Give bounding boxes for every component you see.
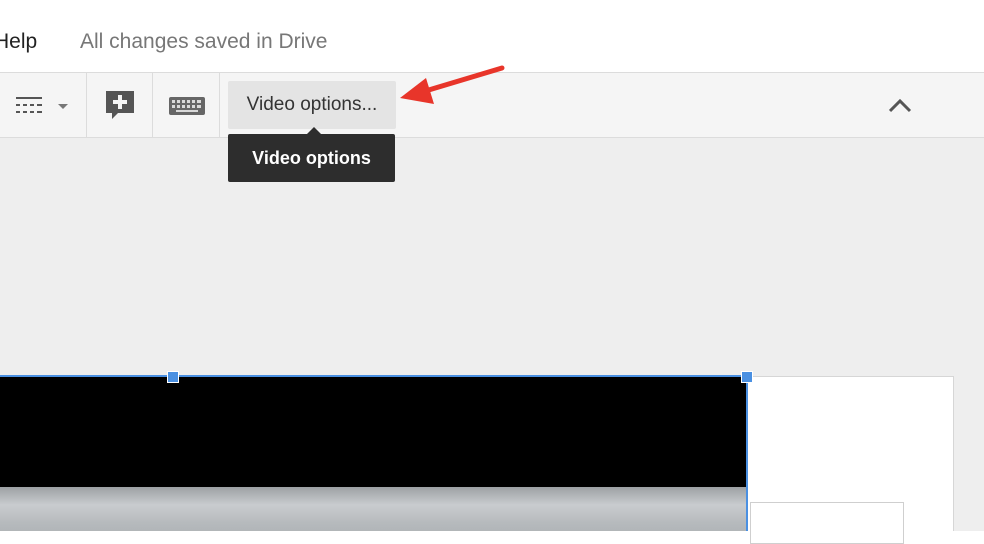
tooltip: Video options — [228, 134, 395, 182]
resize-handle-top[interactable] — [167, 371, 179, 383]
add-comment-button[interactable] — [104, 89, 136, 123]
video-embed[interactable] — [0, 377, 748, 531]
chevron-up-icon — [888, 98, 912, 113]
resize-handle-top-right[interactable] — [741, 371, 753, 383]
toolbar-divider — [152, 73, 153, 137]
keyboard-button[interactable] — [168, 95, 206, 117]
toolbar: Video options... — [0, 72, 984, 138]
video-thumbnail — [0, 487, 748, 531]
dropdown-arrow-icon — [58, 104, 68, 109]
menu-help[interactable]: Help — [0, 30, 37, 54]
slide-textbox[interactable] — [750, 502, 904, 544]
add-comment-icon — [106, 91, 134, 119]
collapse-toolbar-button[interactable] — [884, 91, 916, 119]
keyboard-icon — [169, 97, 205, 115]
toolbar-divider — [219, 73, 220, 137]
video-options-button[interactable]: Video options... — [228, 81, 396, 129]
save-status[interactable]: All changes saved in Drive — [80, 30, 327, 54]
menu-bar: Help All changes saved in Drive — [0, 0, 984, 72]
toolbar-divider — [86, 73, 87, 137]
line-spacing-button[interactable] — [12, 91, 72, 119]
line-spacing-icon — [16, 97, 68, 113]
